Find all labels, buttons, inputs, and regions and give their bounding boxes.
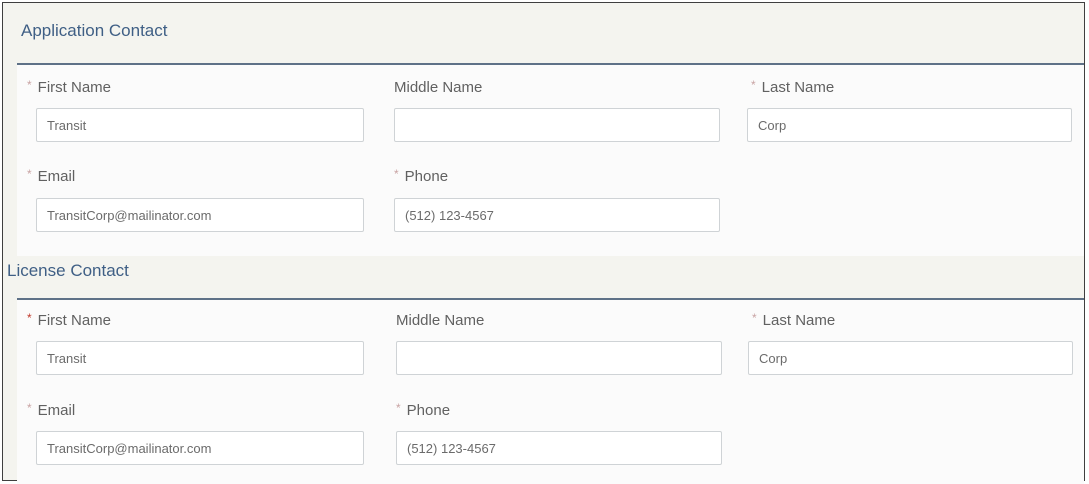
app-email-input[interactable] [36, 198, 364, 232]
lic-middle-name-label: Middle Name [396, 312, 485, 329]
lic-first-name-label: * First Name [27, 311, 112, 329]
license-contact-title: License Contact [7, 261, 129, 280]
app-last-name-input[interactable] [747, 108, 1072, 142]
required-marker: * [394, 167, 399, 181]
app-phone-input[interactable] [394, 198, 720, 232]
lic-email-label: * Email [27, 401, 76, 419]
app-middle-name-input[interactable] [394, 108, 720, 142]
required-marker: * [751, 78, 756, 92]
required-marker: * [27, 167, 32, 181]
app-email-label: * Email [27, 167, 76, 185]
lic-email-input[interactable] [36, 431, 364, 465]
contact-form: Application Contact *First Name Middle N… [2, 2, 1085, 484]
lic-last-name-label: * Last Name [752, 311, 836, 329]
lic-first-name-input[interactable] [36, 341, 364, 375]
application-contact-panel: *First Name Middle Name *Last Name *Emai… [17, 63, 1084, 258]
lic-phone-input[interactable] [396, 431, 722, 465]
required-marker: * [396, 401, 401, 415]
app-first-name-label: * First Name [27, 78, 112, 96]
lic-phone-label: * Phone [396, 401, 451, 419]
app-middle-name-label: Middle Name [394, 79, 483, 96]
app-phone-label: * Phone [394, 167, 449, 185]
app-last-name-label: * Last Name [751, 78, 835, 96]
required-marker: * [752, 311, 757, 325]
required-marker: * [27, 311, 32, 325]
required-marker: * [27, 78, 32, 92]
app-first-name-input[interactable] [36, 108, 364, 142]
required-marker: * [27, 401, 32, 415]
lic-last-name-input[interactable] [748, 341, 1073, 375]
application-contact-header: Application Contact [3, 3, 1084, 63]
lic-middle-name-input[interactable] [396, 341, 722, 375]
license-contact-header: License Contact [3, 256, 1084, 298]
application-contact-title: Application Contact [21, 21, 168, 40]
license-contact-panel: *First Name Middle Name *Last Name *Emai… [17, 298, 1084, 484]
